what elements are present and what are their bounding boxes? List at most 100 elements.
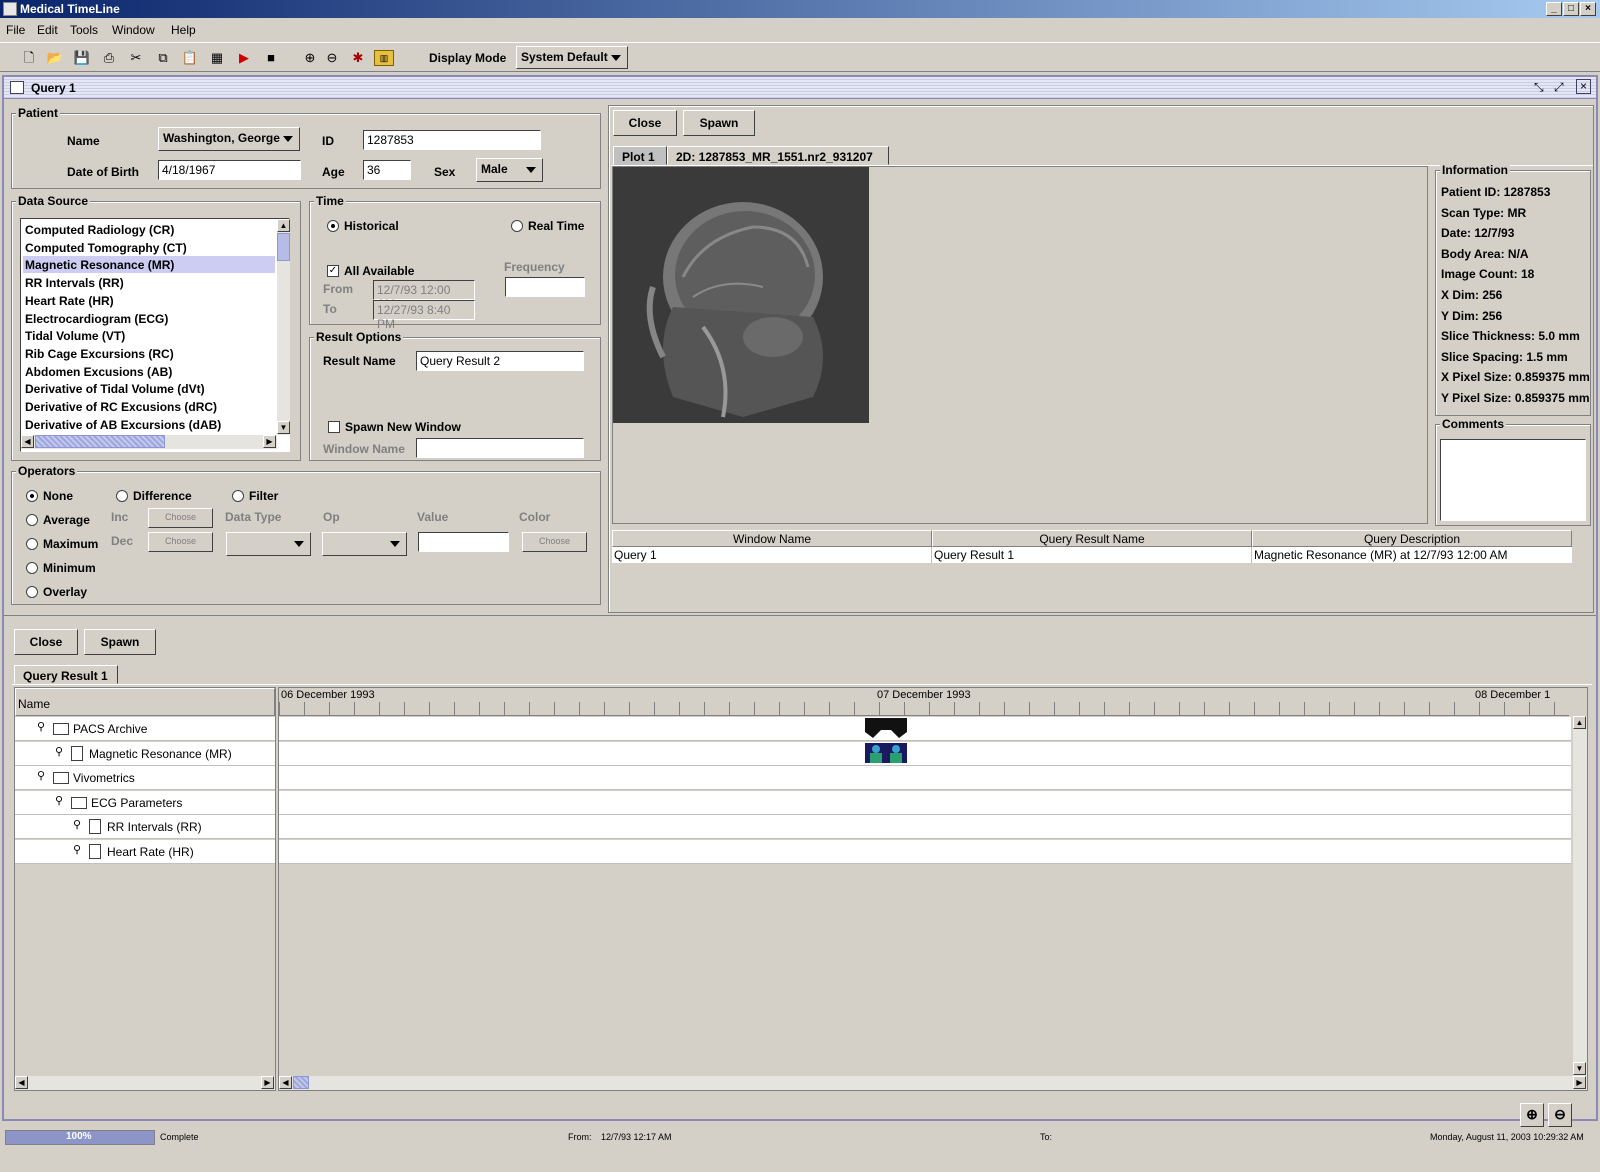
scroll-up-icon[interactable]: ▲ <box>1573 716 1586 729</box>
maximum-radio[interactable] <box>26 538 38 550</box>
tab-plot-1[interactable]: Plot 1 <box>613 146 667 165</box>
timeline-row[interactable] <box>279 815 1571 839</box>
scroll-left-icon[interactable]: ◀ <box>21 435 34 448</box>
minimum-radio[interactable] <box>26 562 38 574</box>
minimize-button[interactable]: _ <box>1546 2 1562 16</box>
col-window-name[interactable]: Window Name <box>612 530 932 547</box>
pacs-archive-marker[interactable] <box>865 718 907 738</box>
datasource-item[interactable]: Computed Tomography (CT) <box>23 239 275 256</box>
tree-row[interactable]: ⚲ Magnetic Resonance (MR) <box>15 741 275 766</box>
scroll-right-icon[interactable]: ▶ <box>263 435 276 448</box>
datasource-item[interactable]: Magnetic Resonance (MR) <box>23 256 275 274</box>
hscroll-thumb[interactable] <box>293 1076 309 1089</box>
paste-icon[interactable]: 📋 <box>180 48 200 68</box>
datasource-item[interactable]: Derivative of Tidal Volume (dVt) <box>23 380 275 397</box>
settings-icon[interactable]: ✱ <box>348 48 368 68</box>
zoom-out-icon[interactable]: ⊖ <box>322 48 342 68</box>
datasource-item[interactable]: RR Intervals (RR) <box>23 274 275 291</box>
data-type-select[interactable] <box>226 532 311 556</box>
datasource-vscroll[interactable]: ▲ ▼ <box>277 219 290 435</box>
timeline-vscroll[interactable]: ▲ ▼ <box>1573 716 1587 1076</box>
copy-icon[interactable]: ⧉ <box>153 48 173 68</box>
table-cell[interactable]: Query Result 1 <box>932 547 1252 563</box>
tree-toggle-icon[interactable]: ⚲ <box>37 769 45 782</box>
tree-hscroll[interactable]: ◀ ▶ <box>15 1076 275 1090</box>
tree-toggle-icon[interactable]: ⚲ <box>55 794 63 807</box>
datasource-item[interactable]: Rib Cage Excursions (RC) <box>23 345 275 362</box>
result-name-field[interactable]: Query Result 2 <box>416 351 584 371</box>
dob-field[interactable]: 4/18/1967 <box>158 160 301 180</box>
tree-row[interactable]: ⚲ RR Intervals (RR) <box>15 815 275 839</box>
cut-icon[interactable]: ✂ <box>126 48 146 68</box>
menu-tools[interactable]: Tools <box>70 23 98 37</box>
datasource-item[interactable]: Computed Radiology (CR) <box>23 221 275 238</box>
restore-icon[interactable]: ⤡ <box>1534 80 1544 95</box>
hscroll-thumb[interactable] <box>35 435 165 448</box>
tree-toggle-icon[interactable]: ⚲ <box>73 818 81 831</box>
stop-icon[interactable]: ■ <box>261 48 281 68</box>
timeline-row[interactable] <box>279 717 1571 741</box>
patient-id-field[interactable]: 1287853 <box>363 130 541 150</box>
filter-radio[interactable] <box>232 490 244 502</box>
none-radio[interactable] <box>26 490 38 502</box>
value-field[interactable] <box>418 532 509 552</box>
color-choose-button[interactable]: Choose <box>522 532 587 552</box>
plot-close-button[interactable]: Close <box>613 110 677 136</box>
table-cell[interactable]: Magnetic Resonance (MR) at 12/7/93 12:00… <box>1252 547 1572 563</box>
frame-close-icon[interactable]: × <box>1576 79 1591 94</box>
tree-row[interactable]: ⚲ PACS Archive <box>15 717 275 741</box>
overlay-radio[interactable] <box>26 586 38 598</box>
scroll-left-icon[interactable]: ◀ <box>15 1076 28 1089</box>
tree-row[interactable]: ⚲ ECG Parameters <box>15 790 275 815</box>
tree-row[interactable]: ⚲ Vivometrics <box>15 766 275 790</box>
tab-query-result-1[interactable]: Query Result 1 <box>14 665 118 684</box>
datasource-item[interactable]: Derivative of RC Excusions (dRC) <box>23 398 275 415</box>
new-icon[interactable]: 🗋 <box>19 48 39 68</box>
col-query-result-name[interactable]: Query Result Name <box>932 530 1252 547</box>
datasource-hscroll[interactable]: ◀ ▶ <box>21 435 277 449</box>
average-radio[interactable] <box>26 514 38 526</box>
timeline-row[interactable] <box>279 766 1571 790</box>
timeline-hscroll[interactable]: ◀ ▶ <box>279 1076 1587 1090</box>
menu-edit[interactable]: Edit <box>37 23 58 37</box>
to-field[interactable]: 12/27/93 8:40 PM <box>373 300 475 331</box>
chart-icon[interactable]: ▥ <box>374 50 394 66</box>
scroll-down-icon[interactable]: ▼ <box>1573 1062 1586 1075</box>
maximize-button[interactable]: □ <box>1563 2 1579 16</box>
tab-2d-image[interactable]: 2D: 1287853_MR_1551.nr2_931207 <box>667 146 889 165</box>
col-query-description[interactable]: Query Description <box>1252 530 1572 547</box>
frequency-field[interactable] <box>505 277 585 297</box>
timeline-row[interactable] <box>279 839 1571 864</box>
age-field[interactable]: 36 <box>363 160 411 180</box>
table-cell[interactable]: Query 1 <box>612 547 932 563</box>
name-header[interactable]: Name <box>15 688 275 716</box>
datasource-item[interactable]: Heart Rate (HR) <box>23 292 275 309</box>
open-icon[interactable]: 📂 <box>45 48 65 68</box>
scroll-down-icon[interactable]: ▼ <box>277 421 290 434</box>
datasource-item[interactable]: Electrocardiogram (ECG) <box>23 310 275 327</box>
timeline-row[interactable] <box>279 741 1571 766</box>
historical-radio[interactable] <box>327 220 339 232</box>
menu-help[interactable]: Help <box>171 23 196 37</box>
close-window-button[interactable]: × <box>1580 2 1596 16</box>
display-mode-select[interactable]: System Default <box>516 46 628 69</box>
window-name-field[interactable] <box>416 438 584 458</box>
save-icon[interactable]: 💾 <box>72 48 92 68</box>
datasource-list[interactable]: Computed Radiology (CR) Computed Tomograp… <box>20 218 290 452</box>
scroll-up-icon[interactable]: ▲ <box>277 219 290 232</box>
table-icon[interactable]: ▦ <box>207 48 227 68</box>
spawn-new-window-checkbox[interactable] <box>328 421 340 433</box>
patient-name-select[interactable]: Washington, George <box>158 127 300 151</box>
inc-choose-button[interactable]: Choose <box>148 508 213 528</box>
timeline-row[interactable] <box>279 790 1571 815</box>
menu-window[interactable]: Window <box>112 23 155 37</box>
datasource-item[interactable]: Abdomen Excusions (AB) <box>23 363 275 380</box>
timeline-zoom-out-icon[interactable]: ⊖ <box>1548 1103 1572 1127</box>
dec-choose-button[interactable]: Choose <box>148 532 213 552</box>
from-field[interactable]: 12/7/93 12:00 AM <box>373 280 475 311</box>
realtime-radio[interactable] <box>511 220 523 232</box>
scroll-right-icon[interactable]: ▶ <box>1573 1076 1586 1089</box>
datasource-item[interactable]: Derivative of AB Excursions (dAB) <box>23 416 275 433</box>
scroll-left-icon[interactable]: ◀ <box>279 1076 292 1089</box>
mri-image[interactable] <box>613 167 869 423</box>
